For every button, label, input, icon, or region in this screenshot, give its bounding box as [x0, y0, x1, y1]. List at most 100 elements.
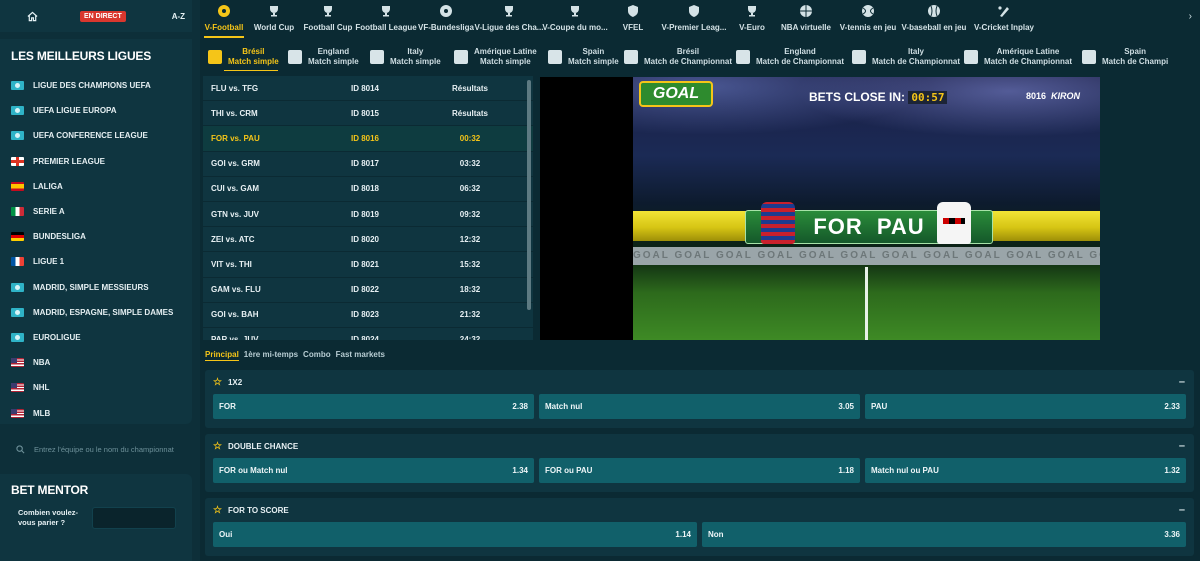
- league-item[interactable]: UEFA CONFERENCE LEAGUE: [0, 123, 192, 148]
- eng-flag-icon: [11, 156, 24, 166]
- competition-tab[interactable]: Spain Match simple: [540, 40, 619, 74]
- competition-country: England: [317, 47, 350, 56]
- sport-tab-1[interactable]: V-Football: [200, 0, 248, 38]
- match-row[interactable]: GOI vs. GRM ID 8017 03:32: [203, 152, 533, 177]
- league-item[interactable]: BUNDESLIGA: [0, 224, 192, 249]
- sport-tab-3[interactable]: Football Cup: [300, 0, 356, 38]
- match-row[interactable]: ZEI vs. ATC ID 8020 12:32: [203, 227, 533, 253]
- odds-button[interactable]: FOR 2.38: [213, 394, 534, 419]
- odds-button[interactable]: Match nul ou PAU 1.32: [865, 458, 1186, 483]
- sport-tab-9[interactable]: V-Premier Leag...: [658, 0, 730, 38]
- market-header[interactable]: ☆ DOUBLE CHANCE –: [205, 434, 1194, 458]
- market-tab[interactable]: Fast markets: [336, 350, 385, 361]
- search-input[interactable]: [34, 444, 184, 454]
- collapse-icon[interactable]: –: [1179, 376, 1185, 388]
- competition-tab[interactable]: England Match de Championnat: [728, 40, 844, 74]
- competition-label: Amérique Latine Match de Championnat: [984, 47, 1072, 67]
- sport-tab-5[interactable]: VF-Bundesliga: [416, 0, 476, 38]
- star-icon[interactable]: ☆: [213, 377, 222, 388]
- sport-label: V-tennis en jeu: [839, 23, 897, 32]
- match-row[interactable]: PAR vs. JUV ID 8024 24:32: [203, 328, 533, 340]
- competition-tab[interactable]: Amérique Latine Match de Championnat: [956, 40, 1074, 74]
- competition-tabs: Brésil Match simple England Match simple Ita…: [200, 40, 1200, 74]
- league-item[interactable]: MADRID, ESPAGNE, SIMPLE DAMES: [0, 300, 192, 325]
- sport-tab-14[interactable]: V-Cricket Inplay: [970, 0, 1038, 38]
- competition-tab[interactable]: Italy Match de Championnat: [844, 40, 960, 74]
- odds-button[interactable]: FOR ou Match nul 1.34: [213, 458, 534, 483]
- az-button[interactable]: A-Z: [172, 12, 185, 21]
- sport-tab-13[interactable]: V-baseball en jeu: [898, 0, 970, 38]
- match-row[interactable]: CUI vs. GAM ID 8018 06:32: [203, 177, 533, 202]
- competition-type: Match simple: [390, 57, 441, 66]
- league-item[interactable]: PREMIER LEAGUE: [0, 149, 192, 174]
- competition-tab[interactable]: England Match simple: [280, 40, 362, 74]
- usa-flag-icon: [11, 383, 24, 393]
- ad-board: GOAL GOAL GOAL GOAL GOAL GOAL GOAL GOAL …: [633, 247, 1100, 265]
- market-title: DOUBLE CHANCE: [227, 441, 299, 451]
- market-tab[interactable]: Combo: [303, 350, 331, 361]
- market-header[interactable]: ☆ FOR TO SCORE –: [205, 498, 1194, 522]
- competition-tab[interactable]: Italy Match simple: [362, 40, 446, 74]
- odds-button[interactable]: FOR ou PAU 1.18: [539, 458, 860, 483]
- league-item[interactable]: LIGUE DES CHAMPIONS UEFA: [0, 73, 192, 98]
- market-header[interactable]: ☆ 1X2 –: [205, 370, 1194, 394]
- match-time: 03:32: [459, 159, 481, 169]
- market-tab[interactable]: Principal: [205, 350, 239, 361]
- league-item[interactable]: MLB: [0, 400, 192, 425]
- sport-tab-10[interactable]: V-Euro: [730, 0, 774, 38]
- sport-tab-8[interactable]: VFEL: [608, 0, 658, 38]
- match-row[interactable]: GTN vs. JUV ID 8019 09:32: [203, 202, 533, 228]
- match-row[interactable]: FOR vs. PAU ID 8016 00:32: [203, 126, 533, 152]
- league-item[interactable]: NHL: [0, 375, 192, 400]
- league-item[interactable]: EUROLIGUE: [0, 325, 192, 350]
- league-item[interactable]: MADRID, SIMPLE MESSIEURS: [0, 275, 192, 300]
- sport-tab-2[interactable]: World Cup: [248, 0, 300, 38]
- competition-tab[interactable]: Amérique Latine Match simple: [446, 40, 540, 74]
- cricket-icon: [997, 4, 1011, 18]
- league-item[interactable]: NBA: [0, 350, 192, 375]
- match-teams: GOI vs. GRM: [211, 159, 260, 169]
- sport-tab-12[interactable]: V-tennis en jeu: [838, 0, 898, 38]
- home-button[interactable]: [0, 0, 64, 32]
- sport-tab-6[interactable]: V-Ligue des Cha...: [475, 0, 543, 38]
- chevron-right-icon[interactable]: ›: [1189, 11, 1192, 22]
- fra-flag-icon: [11, 257, 24, 267]
- league-item[interactable]: LALIGA: [0, 174, 192, 199]
- odds-value: 1.14: [675, 530, 691, 539]
- competition-tab[interactable]: Brésil Match simple: [200, 40, 280, 74]
- collapse-icon[interactable]: –: [1179, 440, 1185, 452]
- competition-type: Match simple: [308, 57, 359, 66]
- bet-amount-input[interactable]: [92, 507, 176, 529]
- odds-button[interactable]: Match nul 3.05: [539, 394, 860, 419]
- sport-tab-7[interactable]: V-Coupe du mo...: [542, 0, 608, 38]
- globe-flag-icon: [11, 106, 24, 116]
- live-video[interactable]: GOAL BETS CLOSE IN: 00:57 8016 KIRON FOR…: [540, 77, 1100, 340]
- market-tab[interactable]: 1ère mi-temps: [244, 350, 298, 361]
- league-item[interactable]: SERIE A: [0, 199, 192, 224]
- match-row[interactable]: GOI vs. BAH ID 8023 21:32: [203, 303, 533, 328]
- sport-label: V-Euro: [739, 23, 765, 32]
- star-icon[interactable]: ☆: [213, 441, 222, 452]
- odds-button[interactable]: Non 3.36: [702, 522, 1186, 547]
- star-icon[interactable]: ☆: [213, 505, 222, 516]
- collapse-icon[interactable]: –: [1179, 504, 1185, 516]
- odds-button[interactable]: Oui 1.14: [213, 522, 697, 547]
- league-item[interactable]: LIGUE 1: [0, 249, 192, 274]
- odds-value: 1.34: [512, 466, 528, 475]
- odds-button[interactable]: PAU 2.33: [865, 394, 1186, 419]
- league-item[interactable]: UEFA LIGUE EUROPA: [0, 98, 192, 123]
- league-search[interactable]: [0, 432, 192, 466]
- match-row[interactable]: GAM vs. FLU ID 8022 18:32: [203, 278, 533, 303]
- competition-country: Brésil: [676, 47, 700, 56]
- match-row[interactable]: VIT vs. THI ID 8021 15:32: [203, 252, 533, 278]
- trophy-icon: [321, 4, 335, 18]
- sport-tab-4[interactable]: Football League: [355, 0, 417, 38]
- sport-tab-11[interactable]: NBA virtuelle: [774, 0, 838, 38]
- match-time: 09:32: [459, 209, 481, 219]
- competition-tab[interactable]: Spain Match de Champi: [1074, 40, 1174, 74]
- match-list-scrollbar[interactable]: [527, 80, 531, 310]
- live-button[interactable]: EN DIRECT: [80, 10, 126, 22]
- match-row[interactable]: THI vs. CRM ID 8015 Résultats: [203, 101, 533, 127]
- competition-tab[interactable]: Brésil Match de Championnat: [616, 40, 732, 74]
- match-row[interactable]: FLU vs. TFG ID 8014 Résultats: [203, 76, 533, 102]
